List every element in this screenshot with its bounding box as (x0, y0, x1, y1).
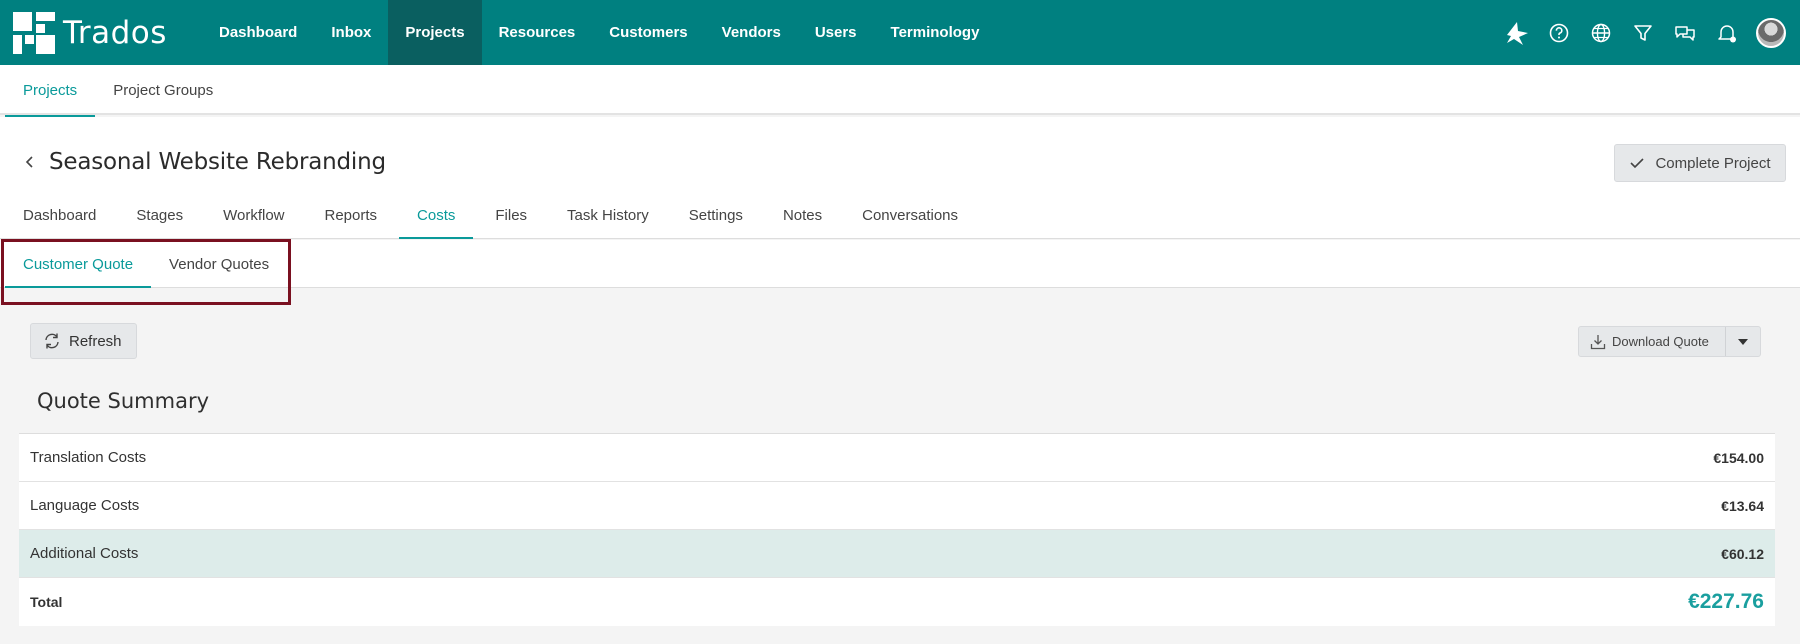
top-navigation-bar: Trados Dashboard Inbox Projects Resource… (0, 0, 1800, 65)
trados-logo-icon (13, 11, 55, 54)
cost-amount: €13.64 (1721, 497, 1764, 514)
top-icon-bar (1496, 0, 1786, 65)
tab-settings[interactable]: Settings (671, 195, 761, 239)
user-avatar[interactable] (1756, 17, 1786, 48)
help-icon[interactable] (1538, 12, 1580, 54)
tab-customer-quote[interactable]: Customer Quote (5, 240, 152, 288)
caret-down-icon (1737, 338, 1748, 345)
tab-reports[interactable]: Reports (307, 195, 396, 239)
cost-tabs: Customer Quote Vendor Quotes (0, 240, 1800, 288)
cost-amount: €154.00 (1713, 449, 1764, 466)
total-row: Total €227.76 (19, 578, 1775, 626)
table-row: Additional Costs €60.12 (19, 530, 1775, 578)
refresh-icon (45, 333, 59, 349)
main-nav: Dashboard Inbox Projects Resources Custo… (202, 0, 996, 65)
table-row: Translation Costs €154.00 (19, 434, 1775, 482)
refresh-label: Refresh (69, 332, 122, 350)
tab-task-history[interactable]: Task History (549, 195, 667, 239)
tab-stages[interactable]: Stages (118, 195, 201, 239)
globe-icon[interactable] (1580, 12, 1622, 54)
project-title: Seasonal Website Rebranding (49, 149, 386, 175)
cost-label: Language Costs (30, 497, 140, 514)
total-label: Total (30, 594, 63, 610)
complete-project-label: Complete Project (1655, 154, 1771, 172)
tab-vendor-quotes[interactable]: Vendor Quotes (151, 240, 287, 288)
subnav-item-projects[interactable]: Projects (5, 65, 96, 117)
tab-conversations[interactable]: Conversations (844, 195, 976, 239)
download-quote-button[interactable]: Download Quote (1579, 327, 1726, 356)
total-amount: €227.76 (1688, 590, 1764, 613)
download-quote-group: Download Quote (1578, 326, 1761, 357)
subnav-item-project-groups[interactable]: Project Groups (95, 65, 231, 115)
refresh-button[interactable]: Refresh (30, 323, 137, 359)
cost-amount: €60.12 (1721, 545, 1764, 562)
tab-dashboard[interactable]: Dashboard (5, 195, 114, 239)
project-header: Seasonal Website Rebranding Complete Pro… (0, 117, 1800, 239)
cost-label: Additional Costs (30, 545, 139, 562)
checkmark-icon (1630, 158, 1645, 169)
nav-item-dashboard[interactable]: Dashboard (202, 0, 314, 65)
project-tabs: Dashboard Stages Workflow Reports Costs … (5, 195, 980, 239)
nav-item-projects[interactable]: Projects (388, 0, 482, 65)
bird-icon[interactable] (1496, 12, 1538, 54)
projects-subnav: Projects Project Groups (0, 65, 1800, 117)
nav-item-users[interactable]: Users (798, 0, 874, 65)
tab-costs[interactable]: Costs (399, 195, 474, 239)
brand-name: Trados (63, 14, 167, 51)
table-row: Language Costs €13.64 (19, 482, 1775, 530)
quote-summary-table: Translation Costs €154.00 Language Costs… (19, 433, 1775, 626)
nav-item-vendors[interactable]: Vendors (705, 0, 798, 65)
tab-notes[interactable]: Notes (765, 195, 840, 239)
nav-item-inbox[interactable]: Inbox (314, 0, 388, 65)
back-arrow-icon[interactable] (20, 152, 40, 172)
cost-label: Translation Costs (30, 449, 147, 466)
tab-workflow[interactable]: Workflow (205, 195, 302, 239)
nav-item-terminology[interactable]: Terminology (874, 0, 997, 65)
tab-files[interactable]: Files (477, 195, 545, 239)
download-quote-label: Download Quote (1612, 334, 1709, 349)
complete-project-button[interactable]: Complete Project (1614, 144, 1786, 182)
notification-bell-icon[interactable] (1706, 12, 1748, 54)
download-options-dropdown[interactable] (1726, 327, 1760, 356)
download-icon (1590, 334, 1606, 349)
filter-icon[interactable] (1622, 12, 1664, 54)
nav-item-customers[interactable]: Customers (592, 0, 704, 65)
nav-item-resources[interactable]: Resources (482, 0, 593, 65)
chat-icon[interactable] (1664, 12, 1706, 54)
quote-summary-title: Quote Summary (37, 389, 209, 413)
trados-logo[interactable]: Trados (0, 0, 190, 65)
